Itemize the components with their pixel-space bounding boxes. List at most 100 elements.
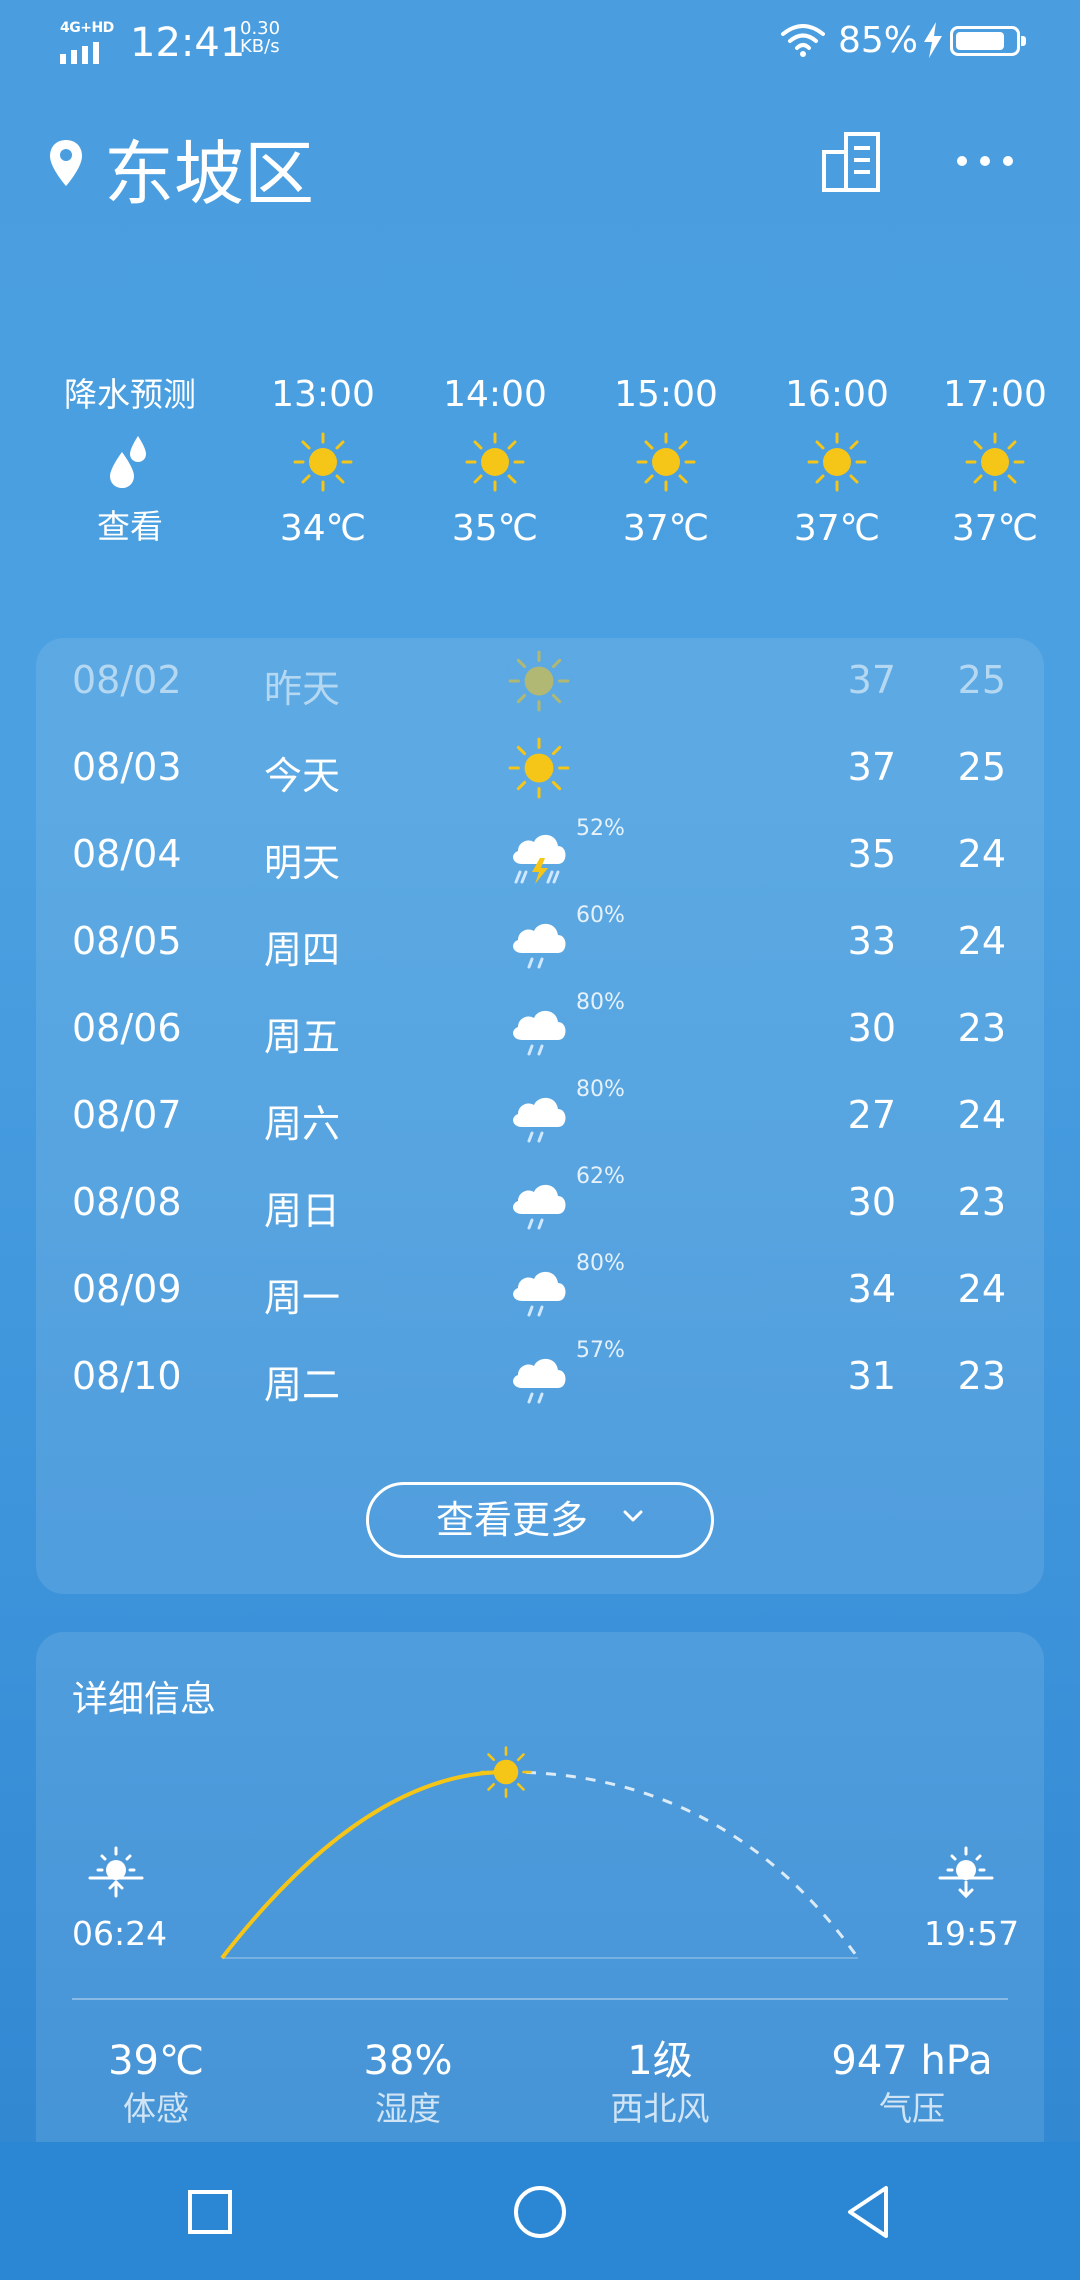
sun-icon <box>463 430 527 494</box>
sunset-icon <box>938 1846 994 1898</box>
daily-row[interactable]: 08/06 周五 80% 30 23 <box>36 986 1044 1073</box>
sun-icon <box>506 648 572 714</box>
day-low: 23 <box>957 1354 1006 1398</box>
stat-feels-like: 39℃ 体感 <box>36 2036 276 2132</box>
hour-time: 13:00 <box>271 374 375 415</box>
day-low: 24 <box>957 919 1006 963</box>
day-high: 30 <box>847 1006 896 1050</box>
day-low: 24 <box>957 832 1006 876</box>
day-low: 25 <box>957 658 1006 702</box>
day-weekday: 周日 <box>264 1189 341 1233</box>
daily-row[interactable]: 08/09 周一 80% 34 24 <box>36 1247 1044 1334</box>
hour-item: 14:00 35℃ <box>410 370 580 554</box>
status-time: 12:41 <box>130 20 246 66</box>
rain-cloud-icon <box>506 996 572 1062</box>
stat-label: 西北风 <box>610 2089 710 2128</box>
day-date: 08/10 <box>72 1354 182 1398</box>
precip-probability: 80% <box>576 990 625 1015</box>
day-date: 08/09 <box>72 1267 182 1311</box>
network-speed: 0.30 KB/s <box>240 18 281 57</box>
daily-row[interactable]: 08/08 周日 62% 30 23 <box>36 1160 1044 1247</box>
signal-icon: 4G+HD <box>58 20 114 64</box>
precip-label: 降水预测 <box>64 375 196 414</box>
hour-time: 16:00 <box>785 374 889 415</box>
rain-cloud-icon <box>506 1344 572 1410</box>
day-high: 31 <box>847 1354 896 1398</box>
sun-icon <box>506 735 572 801</box>
wifi-icon <box>781 24 825 57</box>
day-date: 08/05 <box>72 919 182 963</box>
rain-cloud-icon <box>506 1170 572 1236</box>
day-high: 37 <box>847 658 896 702</box>
precip-probability: 52% <box>576 816 625 841</box>
day-weekday: 周一 <box>264 1276 341 1320</box>
sunrise-time: 06:24 <box>72 1914 168 1953</box>
hour-temp: 35℃ <box>451 508 539 549</box>
precipitation-forecast-button[interactable]: 降水预测 查看 <box>40 370 220 552</box>
day-high: 27 <box>847 1093 896 1137</box>
back-icon[interactable] <box>840 2182 900 2242</box>
daily-forecast-card: 08/02 昨天 37 25 08/03 今天 37 25 08/04 明天 5… <box>36 638 1044 1594</box>
stat-value: 38% <box>363 2038 453 2084</box>
hourly-forecast: 降水预测 查看 13:00 34℃ 14:00 35℃ 15:00 37℃ 16… <box>0 370 1080 590</box>
rain-cloud-icon <box>506 909 572 975</box>
rain-cloud-icon <box>506 1083 572 1149</box>
rain-cloud-icon <box>506 1257 572 1323</box>
day-date: 08/07 <box>72 1093 182 1137</box>
day-low: 25 <box>957 745 1006 789</box>
day-high: 33 <box>847 919 896 963</box>
charging-icon <box>924 22 942 58</box>
daily-row[interactable]: 08/07 周六 80% 27 24 <box>36 1073 1044 1160</box>
navigation-bar <box>0 2142 1080 2280</box>
day-weekday: 明天 <box>264 841 341 885</box>
hour-temp: 37℃ <box>622 508 710 549</box>
detail-title: 详细信息 <box>72 1679 217 1720</box>
stat-label: 体感 <box>123 2089 189 2128</box>
hour-item: 16:00 37℃ <box>752 370 922 554</box>
day-weekday: 周四 <box>264 928 341 972</box>
day-weekday: 周六 <box>264 1102 341 1146</box>
thunderstorm-icon <box>506 822 572 888</box>
day-weekday: 周二 <box>264 1363 341 1407</box>
day-high: 37 <box>847 745 896 789</box>
detail-card: 详细信息 06:24 19:57 39℃ 体感 38% 湿度 1级 西北风 94… <box>36 1632 1044 2172</box>
precip-probability: 80% <box>576 1251 625 1276</box>
day-high: 35 <box>847 832 896 876</box>
sunrise-icon <box>88 1846 144 1898</box>
home-icon[interactable] <box>510 2182 570 2242</box>
precip-probability: 62% <box>576 1164 625 1189</box>
stat-pressure: 947 hPa 气压 <box>792 2036 1032 2132</box>
recent-apps-icon[interactable] <box>180 2182 240 2242</box>
daily-row[interactable]: 08/03 今天 37 25 <box>36 725 1044 812</box>
hour-time: 17:00 <box>943 374 1047 415</box>
sun-icon <box>291 430 355 494</box>
precip-action: 查看 <box>97 507 163 546</box>
daily-row[interactable]: 08/10 周二 57% 31 23 <box>36 1334 1044 1421</box>
sunset-time: 19:57 <box>924 1914 1020 1953</box>
stat-value: 1级 <box>627 2038 693 2084</box>
see-more-label: 查看更多 <box>435 1498 588 1542</box>
stat-label: 湿度 <box>375 2089 441 2128</box>
hour-time: 15:00 <box>614 374 718 415</box>
daily-row[interactable]: 08/02 昨天 37 25 <box>36 638 1044 725</box>
hour-time: 14:00 <box>443 374 547 415</box>
hour-item: 17:00 37℃ <box>910 370 1080 554</box>
daily-row[interactable]: 08/04 明天 52% 35 24 <box>36 812 1044 899</box>
stat-wind: 1级 西北风 <box>540 2036 780 2132</box>
day-weekday: 周五 <box>264 1015 341 1059</box>
see-more-button[interactable]: 查看更多 <box>366 1482 714 1558</box>
precip-probability: 60% <box>576 903 625 928</box>
hour-item: 15:00 37℃ <box>581 370 751 554</box>
day-date: 08/03 <box>72 745 182 789</box>
hour-temp: 37℃ <box>951 508 1039 549</box>
stat-label: 气压 <box>879 2089 945 2128</box>
hour-temp: 37℃ <box>793 508 881 549</box>
location-title[interactable]: 东坡区 <box>104 118 314 219</box>
raindrop-icon <box>110 436 146 488</box>
more-icon[interactable] <box>950 136 1020 186</box>
sun-icon <box>805 430 869 494</box>
daily-row[interactable]: 08/05 周四 60% 33 24 <box>36 899 1044 986</box>
city-list-icon[interactable] <box>818 128 886 196</box>
status-bar: 4G+HD 12:41 0.30 KB/s 85% <box>0 0 1080 90</box>
chevron-down-icon <box>623 1510 643 1522</box>
